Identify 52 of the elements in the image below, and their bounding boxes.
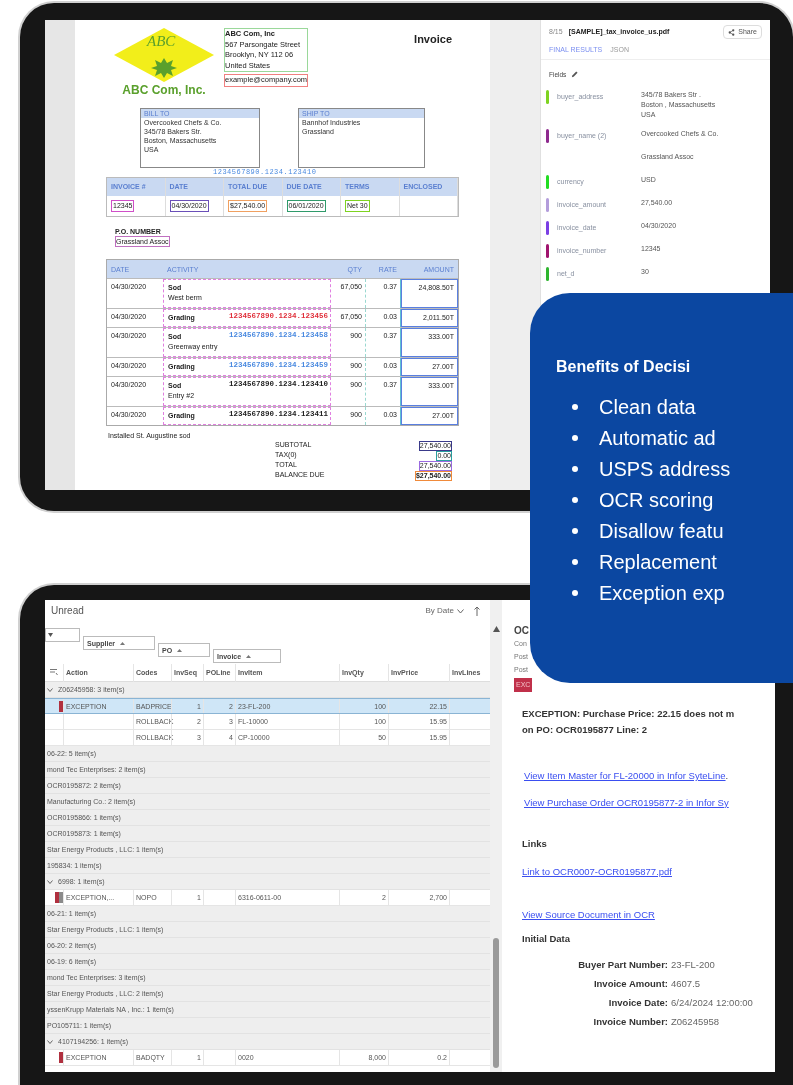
link[interactable]: View Purchase Order OCR0195877-2 in Infor Sy — [524, 797, 729, 807]
chevron-icon[interactable] — [47, 687, 53, 692]
bullet-icon — [572, 465, 578, 472]
callout-title: Benefits of Decisi — [556, 357, 692, 377]
bullet-icon — [572, 527, 578, 534]
exception-text: EXCEPTION: Purchase Price: 22.15 does not m on PO: OCR0195877 Line: 2 — [522, 707, 736, 737]
data-value: 23-FL-200 — [671, 958, 715, 972]
sort-up-icon — [120, 641, 125, 645]
share-icon — [728, 28, 736, 36]
sort-up-icon — [177, 648, 183, 652]
link[interactable]: View Source Document in OCR — [522, 910, 655, 920]
list-title: Unread — [51, 606, 84, 616]
data-label: Invoice Date: — [607, 996, 668, 1010]
link[interactable]: Link to OCR0007-OCR0195877.pdf — [522, 866, 672, 876]
bullet-icon — [572, 434, 578, 441]
company-name: ABC Com, Inc. — [122, 84, 206, 96]
punctuation-text: . — [725, 771, 729, 781]
data-label: Invoice Amount: — [592, 977, 668, 991]
pencil-icon[interactable] — [571, 71, 579, 79]
group-by-chip[interactable] — [45, 628, 80, 642]
sort-dropdown[interactable]: By Date — [425, 607, 464, 615]
sort-arrow-icon[interactable] — [474, 606, 480, 616]
caret-icon — [48, 633, 53, 637]
data-value: Z06245958 — [671, 1015, 720, 1029]
benefit-text: Disallow featu — [599, 518, 724, 543]
bullet-icon — [572, 496, 578, 503]
detail-title: OC — [514, 624, 529, 637]
data-value: 6/24/2024 12:00:00 — [671, 996, 753, 1010]
link[interactable]: View Item Master for FL-20000 in Infor SyteLine — [524, 771, 726, 781]
chevron-icon[interactable] — [47, 1039, 53, 1044]
sort-up-icon — [246, 654, 252, 658]
data-label: Invoice Number: — [592, 1015, 668, 1029]
benefit-text: OCR scoring — [599, 487, 714, 512]
bullet-icon — [572, 403, 578, 410]
benefit-text: Replacement — [599, 549, 717, 574]
data-label: Buyer Part Number: — [577, 958, 668, 972]
data-value: 4607.5 — [671, 977, 701, 991]
benefit-text: Clean data — [599, 394, 696, 419]
scroll-up-icon[interactable] — [492, 626, 500, 632]
bullet-icon — [572, 558, 578, 565]
caret-icon — [457, 608, 464, 614]
section-title: Initial Data — [522, 933, 572, 943]
section-title: Links — [522, 839, 548, 849]
scrollbar-thumb[interactable] — [493, 938, 499, 1068]
bullet-icon — [572, 589, 578, 596]
benefit-text: Exception exp — [599, 580, 725, 605]
chevron-icon[interactable] — [47, 879, 53, 884]
invoice-title: Invoice — [414, 34, 452, 45]
filter-icon[interactable] — [50, 669, 58, 676]
benefit-text: Automatic ad — [599, 425, 716, 450]
logo-text: ABC — [147, 34, 176, 49]
benefit-text: USPS address — [599, 456, 731, 481]
